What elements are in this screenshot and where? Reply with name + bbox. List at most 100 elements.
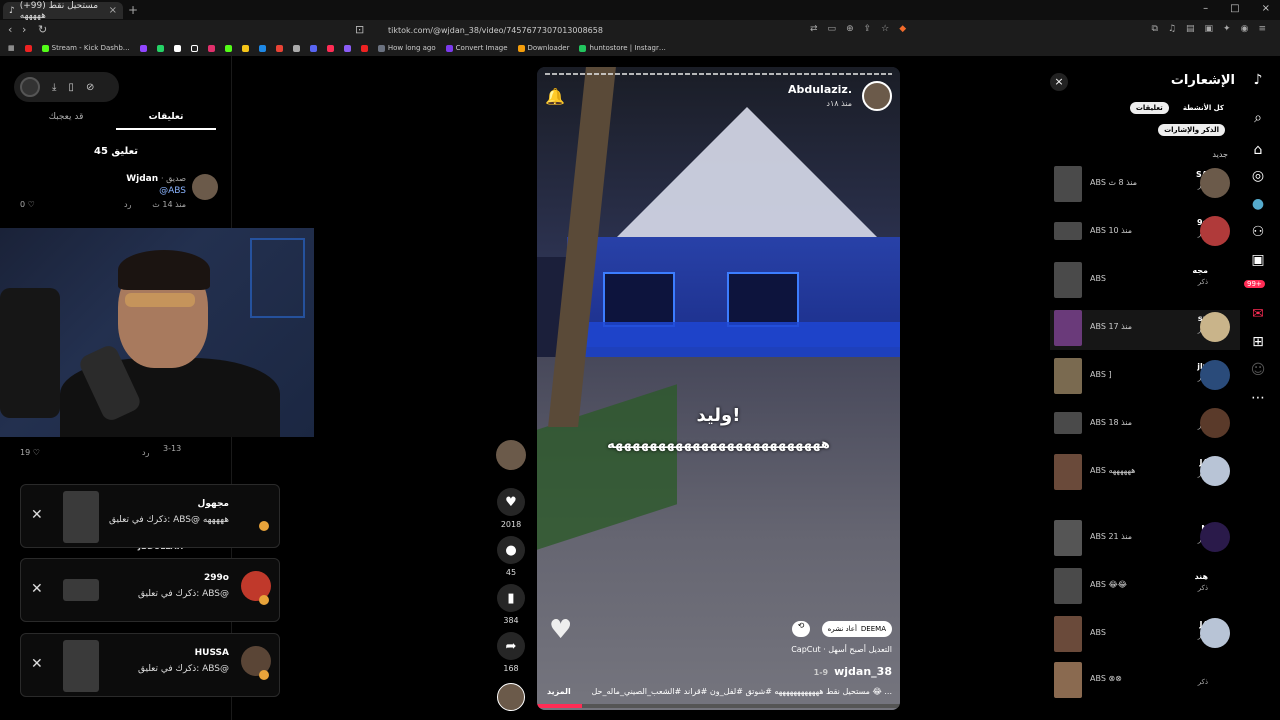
comment-like[interactable]: 19 ♡ — [20, 448, 40, 457]
browser-tab[interactable]: ♪ (+99) مستحيل نقط هههههه × — [3, 1, 123, 21]
notification-row[interactable]: ABS منذ 109oذكر — [1050, 214, 1240, 254]
close-icon[interactable]: ✕ — [31, 656, 43, 672]
leo-icon[interactable]: ✦ — [1223, 24, 1231, 34]
bookmark-blue[interactable] — [258, 44, 266, 52]
cast-icon[interactable]: ▭ — [828, 24, 837, 34]
avatar[interactable] — [1200, 168, 1230, 198]
apps-grid-icon[interactable]: ▦ — [8, 44, 15, 52]
avatar[interactable] — [20, 77, 40, 97]
download-icon[interactable]: ⤓ — [52, 82, 56, 93]
tab-mentions[interactable]: الذكر والإشارات — [1158, 124, 1225, 136]
avatar[interactable] — [862, 81, 892, 111]
back-icon[interactable]: ‹ — [8, 23, 12, 36]
notification-row[interactable]: ABS مجه ذكر — [1050, 262, 1240, 302]
menu-icon[interactable]: ≡ — [1258, 24, 1266, 34]
save-button[interactable]: ▮ 384 — [496, 584, 526, 625]
bookmark-how-long-ago[interactable]: How long ago — [377, 44, 436, 52]
video-thumbnail[interactable] — [1054, 310, 1082, 346]
notification-row[interactable]: ABSJ4ذكر — [1050, 616, 1240, 656]
video-thumbnail[interactable] — [63, 640, 99, 692]
bookmark-page-icon[interactable]: ⊡ — [355, 23, 364, 36]
upload-icon[interactable]: ⊞ — [1244, 334, 1272, 356]
notification-row[interactable]: ABS ]jlyذكر — [1050, 358, 1240, 398]
share-button[interactable]: ➦ 168 — [496, 632, 526, 673]
reply-button[interactable]: رد — [142, 448, 149, 457]
bookmark-instagram[interactable] — [207, 44, 215, 52]
avatar[interactable] — [1200, 312, 1230, 342]
notification-row[interactable]: ABS منذ 8 ثSAذكر — [1050, 166, 1240, 206]
bell-icon[interactable]: 🔔 — [545, 87, 565, 106]
video-thumbnail[interactable] — [1054, 412, 1082, 434]
friends-icon[interactable]: ⚇ — [1244, 224, 1272, 246]
mention-toast[interactable]: ✕ مجهول ذكرك في تعليق: ABS@ هههههه — [20, 484, 280, 548]
zoom-icon[interactable]: ⊕ — [846, 24, 854, 34]
notification-row[interactable]: ABS منذ 21Nذكر — [1050, 520, 1240, 560]
avatar[interactable] — [1200, 522, 1230, 552]
tab-comments[interactable]: تعليقات — [1129, 102, 1169, 114]
comment-button[interactable]: ● 45 — [496, 536, 526, 577]
minimize-icon[interactable]: – — [1203, 3, 1208, 14]
comment-like[interactable]: 0 ♡ — [20, 200, 35, 209]
extensions-icon[interactable]: ⧉ — [1152, 24, 1158, 34]
video-thumbnail[interactable] — [1054, 520, 1082, 556]
bookmark-discord[interactable] — [309, 44, 317, 52]
comment-author[interactable]: Wjdan — [126, 174, 158, 184]
avatar[interactable] — [1200, 456, 1230, 486]
following-avatar-icon[interactable]: ● — [1244, 196, 1272, 218]
maximize-icon[interactable]: □ — [1230, 3, 1239, 14]
bookmark-red2[interactable] — [360, 44, 368, 52]
phone-icon[interactable]: ▯ — [68, 82, 74, 93]
tab-all-activity[interactable]: كل الأنشطة — [1177, 102, 1230, 114]
bookmark-green[interactable] — [224, 44, 232, 52]
heart-icon[interactable]: ♥ — [549, 615, 572, 645]
like-button[interactable]: ♥ 2018 — [496, 488, 526, 529]
video-thumbnail[interactable] — [1054, 262, 1082, 298]
bookmark-stripe[interactable] — [343, 44, 351, 52]
forward-icon[interactable]: › — [22, 23, 26, 36]
video-player[interactable]: 🔔 Abdulaziz. منذ ١٨د وليد! ههههههههههههه… — [537, 67, 900, 710]
bookmark-whatsapp[interactable] — [156, 44, 164, 52]
notification-row[interactable]: ABS 😂😂 هند ذكر — [1050, 568, 1240, 608]
sidebar-icon[interactable]: ▤ — [1186, 24, 1195, 34]
video-thumbnail[interactable] — [1054, 568, 1082, 604]
bookmark-pink[interactable] — [326, 44, 334, 52]
profile-icon[interactable]: ☺ — [1244, 362, 1272, 384]
video-thumbnail[interactable] — [1054, 358, 1082, 394]
video-author[interactable]: Abdulaziz. — [788, 83, 852, 96]
reload-icon[interactable]: ↻ — [38, 23, 47, 36]
close-icon[interactable]: ✕ — [31, 507, 43, 523]
video-thumbnail[interactable] — [63, 491, 99, 543]
live-icon[interactable]: ▣ — [1244, 252, 1272, 274]
bookmark-x[interactable] — [173, 44, 181, 52]
bookmark-downloader[interactable]: Downloader — [517, 44, 569, 52]
bookmark-convert-image[interactable]: Convert Image — [445, 44, 508, 52]
tab-comments[interactable]: تعليقات — [116, 108, 216, 130]
bookmark-huntostore[interactable]: huntostore | Instagr… — [579, 44, 666, 52]
video-thumbnail[interactable] — [1054, 616, 1082, 652]
avatar[interactable] — [497, 683, 525, 711]
repost-icon[interactable]: ⟲ — [792, 621, 810, 637]
notification-row[interactable]: ABS ⊗⊗ ذكر — [1050, 662, 1240, 702]
bookmark-yellow[interactable] — [241, 44, 249, 52]
notification-row[interactable]: ABS منذ 18ذكر — [1050, 406, 1240, 446]
more-button[interactable]: المزيد — [547, 687, 571, 696]
capcut-link[interactable]: CapCut · التعديل أصبح أسهل — [791, 645, 892, 654]
notification-row[interactable]: ABS هههههههJ4ذكر — [1050, 454, 1240, 494]
search-icon[interactable]: ⌕ — [1244, 110, 1272, 132]
video-thumbnail[interactable] — [1054, 166, 1082, 202]
tiktok-logo-icon[interactable]: ♪ — [1244, 72, 1272, 94]
inbox-icon[interactable]: ✉ — [1244, 306, 1272, 328]
avatar[interactable] — [1200, 618, 1230, 648]
mention-toast[interactable]: ✕ HUSSA ذكرك في تعليق: ABS@ — [20, 633, 280, 697]
avatar[interactable] — [1200, 360, 1230, 390]
explore-icon[interactable]: ◎ — [1244, 168, 1272, 190]
mention-toast[interactable]: ✕ 299o ذكرك في تعليق: ABS@ — [20, 558, 280, 622]
video-thumbnail[interactable] — [1054, 222, 1082, 240]
avatar[interactable] — [1200, 216, 1230, 246]
notification-row[interactable]: ABS منذ 17saذكر — [1050, 310, 1240, 350]
star-icon[interactable]: ☆ — [881, 24, 889, 34]
repost-chip[interactable]: أعاد نشره DEEMA — [821, 621, 892, 637]
home-icon[interactable]: ⌂ — [1244, 142, 1272, 164]
bookmark-youtube[interactable] — [24, 44, 32, 52]
bookmark-gmail[interactable] — [275, 44, 283, 52]
